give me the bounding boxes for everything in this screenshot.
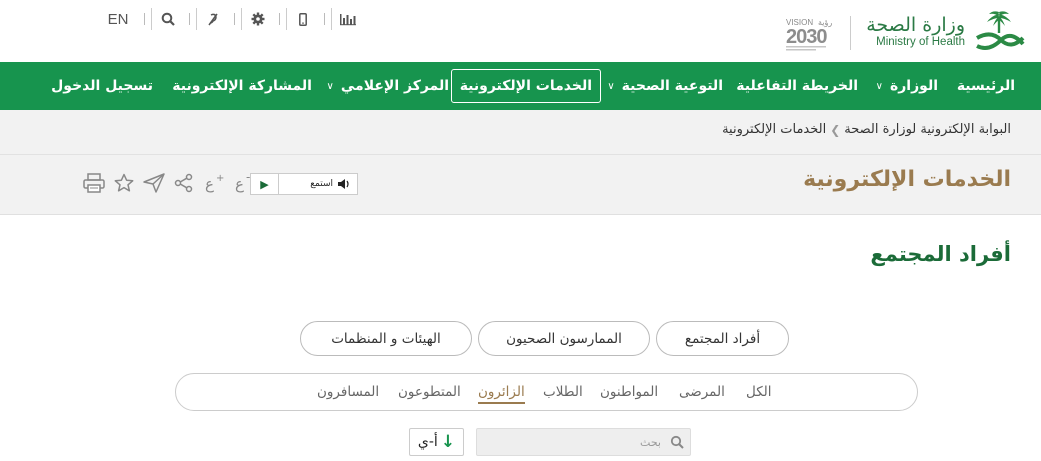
nav-login[interactable]: تسجيل الدخول [51, 62, 153, 110]
top-tools: EN [98, 8, 363, 30]
tab-label: أفراد المجتمع [684, 330, 761, 347]
tab-health-practitioners[interactable]: الممارسون الصحيون [478, 321, 650, 356]
sort-label: أ-ي [417, 434, 438, 450]
moh-logo[interactable]: وزارة الصحة Ministry of Health [866, 6, 1027, 56]
breadcrumb-home[interactable]: البوابة الإلكترونية لوزارة الصحة [844, 122, 1011, 137]
filter-visitors[interactable]: الزائرون [478, 384, 525, 404]
filter-volunteers[interactable]: المتطوعون [398, 384, 461, 400]
page-tools: ع + ع- [82, 171, 256, 195]
divider [189, 13, 190, 25]
accessibility-icon[interactable] [196, 8, 228, 30]
filter-students[interactable]: الطلاب [543, 384, 583, 400]
nav-interactive-map[interactable]: الخريطة التفاعلية [736, 62, 858, 110]
nav-eservices[interactable]: الخدمات الإلكترونية [450, 69, 601, 103]
svg-text:2030: 2030 [786, 26, 827, 48]
divider [279, 13, 280, 25]
tab-community-members[interactable]: أفراد المجتمع [656, 321, 789, 356]
search-box [476, 428, 691, 456]
audience-tabs: أفراد المجتمع الممارسون الصحيون الهيئات … [300, 321, 790, 357]
moh-name-english: Ministry of Health [876, 36, 965, 48]
send-icon[interactable] [142, 171, 166, 195]
top-bar: EN VISION رؤية 2030 وزارة الصحة Ministry… [0, 0, 1041, 62]
language-toggle[interactable]: EN [98, 11, 138, 28]
divider [144, 13, 145, 25]
filter-citizens[interactable]: المواطنون [600, 384, 658, 400]
nav-e-participation[interactable]: المشاركة الإلكترونية [172, 62, 312, 110]
tab-label: الممارسون الصحيون [506, 330, 622, 347]
svg-text:-: - [246, 173, 250, 184]
tab-label: الهيئات و المنظمات [331, 330, 441, 347]
nav-health-awareness[interactable]: ∨ التوعية الصحية [607, 62, 723, 110]
nav-home[interactable]: الرئيسية [957, 62, 1015, 110]
search-input[interactable] [477, 429, 667, 455]
print-icon[interactable] [82, 171, 106, 195]
search-icon[interactable] [670, 435, 684, 449]
nav-label: التوعية الصحية [621, 78, 723, 94]
breadcrumb-current: الخدمات الإلكترونية [722, 122, 827, 137]
page-header: الخدمات الإلكترونية ▶ استمع ع + ع- [0, 155, 1041, 215]
chevron-down-icon: ∨ [875, 80, 883, 92]
font-increase-icon[interactable]: ع + [202, 171, 226, 195]
nav-ministry[interactable]: ∨ الوزارة [876, 62, 938, 110]
listen-player[interactable]: ▶ استمع [250, 173, 358, 195]
arrow-down-icon: ↓ [440, 432, 456, 452]
listen-label: استمع [310, 179, 333, 189]
nav-label: الخريطة التفاعلية [736, 78, 858, 94]
sort-button[interactable]: أ-ي ↓ [409, 428, 464, 456]
font-decrease-icon[interactable]: ع- [232, 171, 256, 195]
mobile-icon[interactable] [286, 8, 318, 30]
nav-media-center[interactable]: ∨ المركز الإعلامي [327, 62, 449, 110]
filter-patients[interactable]: المرضى [679, 384, 725, 400]
settings-icon[interactable] [241, 8, 273, 30]
moh-name: وزارة الصحة Ministry of Health [866, 14, 965, 48]
nav-label: الوزارة [889, 78, 938, 94]
nav-label: الرئيسية [956, 78, 1015, 94]
nav-label: المشاركة الإلكترونية [172, 78, 312, 94]
vision-2030-logo: VISION رؤية 2030 [784, 14, 844, 52]
svg-text:+: + [216, 173, 224, 184]
svg-text:ع: ع [235, 175, 244, 193]
divider [324, 13, 325, 25]
palm-emblem-icon [976, 11, 1025, 50]
share-icon[interactable] [172, 171, 196, 195]
nav-label: المركز الإعلامي [340, 78, 449, 94]
logo-divider [850, 16, 851, 50]
stats-icon[interactable] [331, 8, 363, 30]
chevron-down-icon: ∨ [326, 80, 334, 92]
filter-travelers[interactable]: المسافرون [317, 384, 379, 400]
breadcrumb-trail: الخدمات الإلكترونية ❮ البوابة الإلكتروني… [722, 122, 1011, 137]
listen-button[interactable]: استمع [279, 178, 357, 190]
filter-all[interactable]: الكل [746, 384, 772, 400]
nav-label: تسجيل الدخول [51, 78, 153, 94]
chevron-down-icon: ∨ [607, 80, 615, 92]
nav-label: الخدمات الإلكترونية [459, 78, 592, 94]
svg-text:ع: ع [205, 175, 214, 193]
speaker-icon [338, 179, 349, 189]
main-nav: الرئيسية ∨ الوزارة الخريطة التفاعلية ∨ الت… [0, 62, 1041, 110]
divider [234, 13, 235, 25]
moh-name-arabic: وزارة الصحة [866, 14, 965, 36]
tab-organizations[interactable]: الهيئات و المنظمات [300, 321, 472, 356]
favorite-star-icon[interactable] [112, 171, 136, 195]
page-title: الخدمات الإلكترونية [803, 167, 1011, 192]
search-icon[interactable] [151, 8, 183, 30]
breadcrumb: الخدمات الإلكترونية ❮ البوابة الإلكتروني… [0, 110, 1041, 155]
chevron-left-icon: ❮ [830, 122, 841, 137]
category-filters: الكل المرضى المواطنون الطلاب الزائرون ال… [175, 373, 918, 411]
section-title: أفراد المجتمع [870, 242, 1011, 266]
